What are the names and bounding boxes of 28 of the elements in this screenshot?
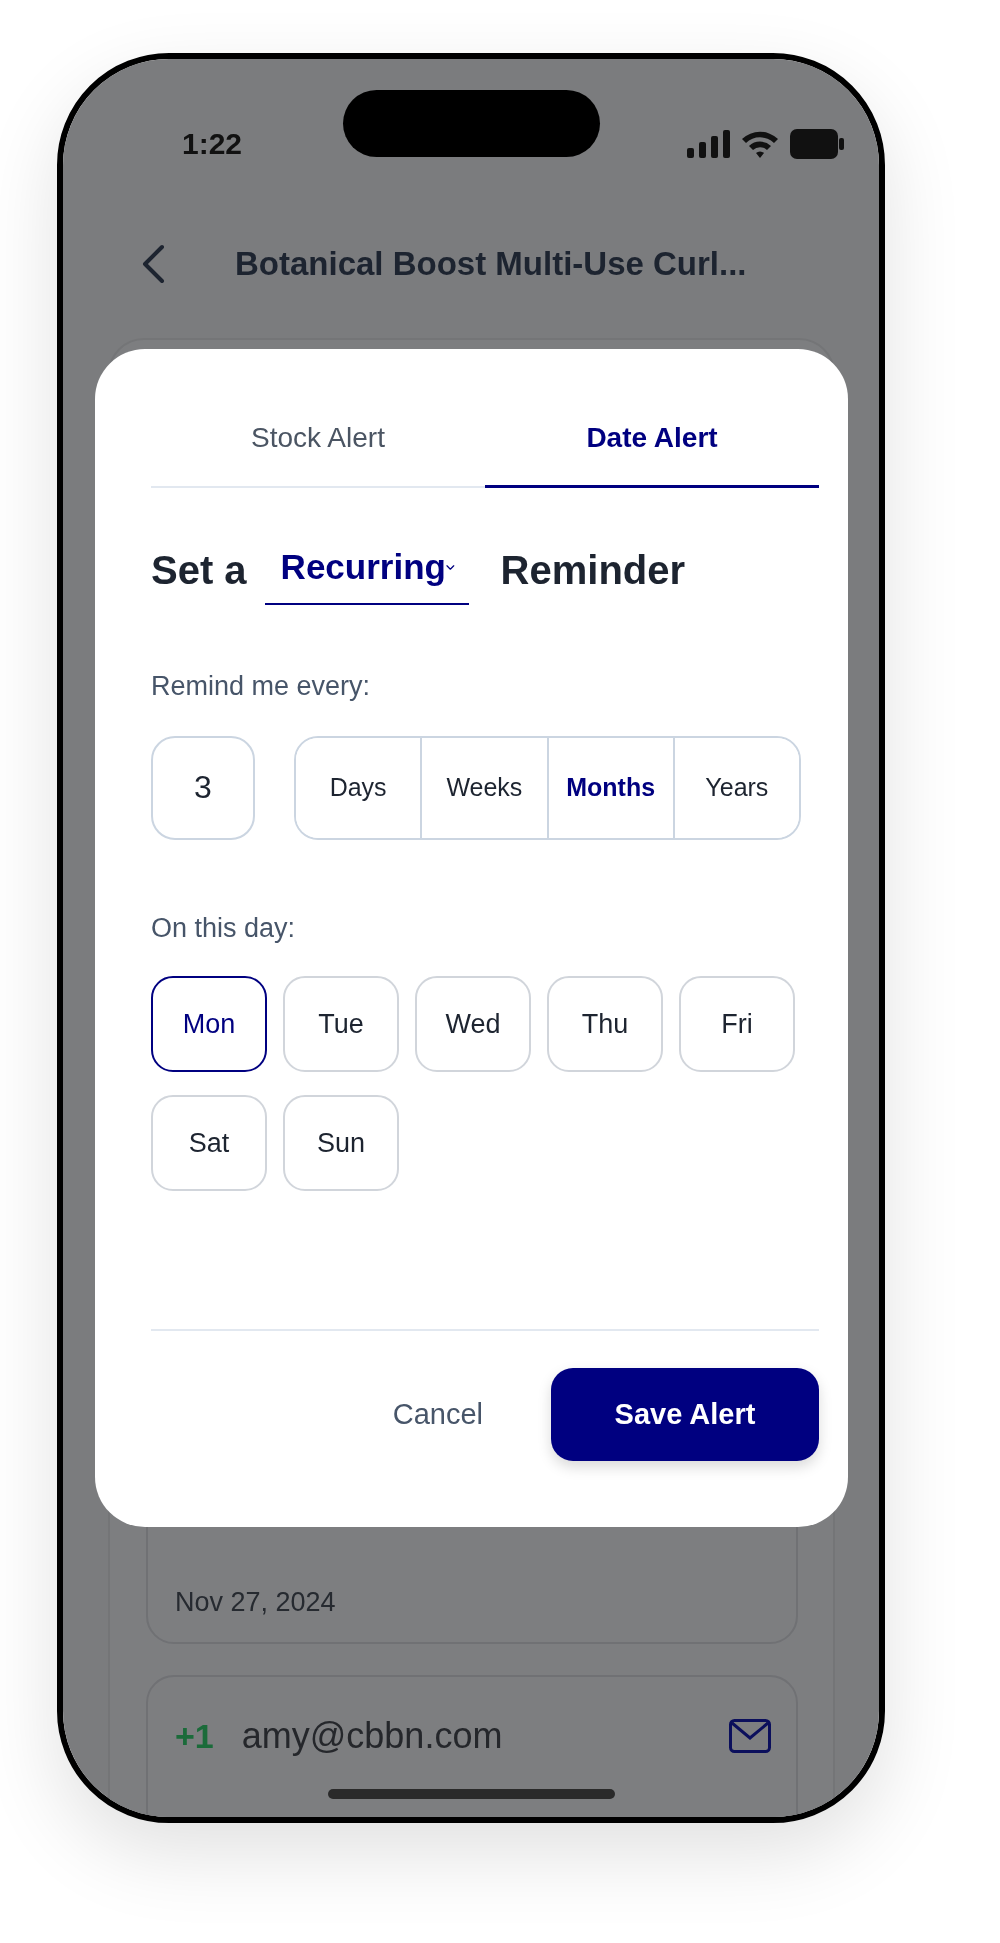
battery-icon <box>790 129 844 159</box>
field-label: Remind me every: <box>151 670 372 703</box>
wifi-icon <box>740 129 780 159</box>
unit-option[interactable]: Years <box>672 737 799 838</box>
day-chip[interactable]: Sun <box>283 1095 399 1191</box>
day-chip[interactable]: Sat <box>151 1095 267 1191</box>
type-dropdown[interactable]: Recurring <box>264 534 469 606</box>
day-chip[interactable]: Tue <box>283 976 399 1072</box>
day-chip[interactable]: Fri <box>679 976 795 1072</box>
count-label: +1 <box>175 1715 214 1757</box>
cancel-button[interactable]: Cancel <box>386 1391 489 1438</box>
card-date: Nov 27, 2024 <box>175 1585 336 1619</box>
save-button[interactable]: Save Alert <box>551 1368 819 1461</box>
tab[interactable]: Stock Alert <box>151 399 485 488</box>
tab[interactable]: Date Alert <box>485 399 819 488</box>
status-time: 1:22 <box>182 126 243 162</box>
back-icon[interactable] <box>141 244 165 284</box>
day-chip[interactable]: Wed <box>415 976 531 1072</box>
envelope-icon[interactable] <box>729 1719 771 1753</box>
signal-icon <box>687 130 730 158</box>
heading-text: Set a <box>151 547 247 594</box>
day-chip[interactable]: Mon <box>151 976 267 1072</box>
field-label: On this day: <box>151 911 297 945</box>
number-field[interactable]: 3 <box>151 735 255 840</box>
day-chip[interactable]: Thu <box>547 976 663 1072</box>
page-title: Botanical Boost Multi-Use Curl... <box>235 244 747 285</box>
heading-text: Reminder <box>500 547 686 594</box>
card-email: amy@cbbn.com <box>241 1714 504 1758</box>
